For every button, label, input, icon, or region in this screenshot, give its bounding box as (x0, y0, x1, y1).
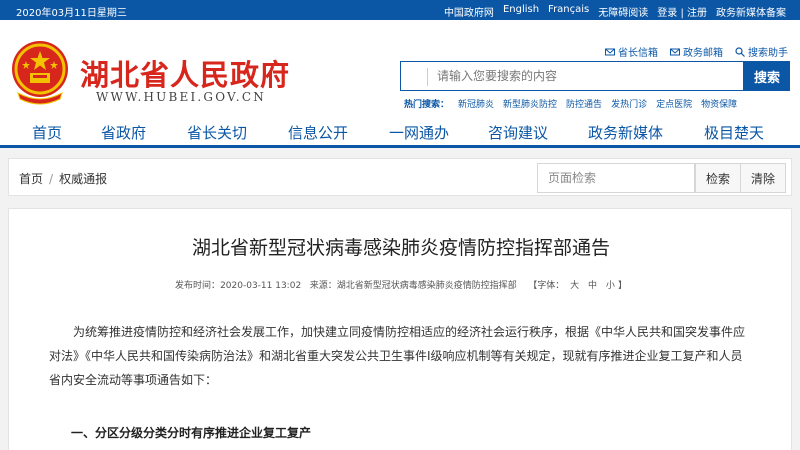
hot-keyword[interactable]: 新型肺炎防控 (503, 97, 557, 110)
nav-jimu-chutian[interactable]: 极目楚天 (704, 122, 764, 143)
link-china-gov[interactable]: 中国政府网 (444, 4, 494, 19)
link-login[interactable]: 登录 | 注册 (657, 4, 707, 19)
link-francais[interactable]: Français (548, 4, 589, 19)
top-bar: 2020年03月11日星期三 中国政府网 English Français 无障… (0, 0, 800, 20)
nav-home[interactable]: 首页 (32, 122, 62, 143)
site-search-box (400, 61, 744, 91)
search-assistant-link[interactable]: 搜索助手 (735, 44, 788, 59)
link-english[interactable]: English (503, 4, 539, 19)
nav-info-disclosure[interactable]: 信息公开 (288, 122, 348, 143)
site-url: WWW.HUBEI.GOV.CN (96, 90, 266, 104)
hot-keyword[interactable]: 新冠肺炎 (458, 97, 494, 110)
link-media-record[interactable]: 政务新媒体备案 (716, 4, 786, 19)
font-size-small[interactable]: 小 (606, 281, 615, 291)
section-heading: 一、分区分级分类分时有序推进企业复工复产 (71, 426, 312, 440)
top-links: 中国政府网 English Français 无障碍阅读 登录 | 注册 政务新… (444, 4, 786, 19)
font-size-medium[interactable]: 中 (588, 281, 597, 291)
nav-provincial-gov[interactable]: 省政府 (101, 122, 146, 143)
publish-time: 2020-03-11 13:02 (220, 281, 302, 291)
font-size-large[interactable]: 大 (570, 281, 579, 291)
site-header: 湖北省人民政府 WWW.HUBEI.GOV.CN 省长信箱 政务邮箱 搜索助手 … (0, 20, 800, 116)
hot-keyword[interactable]: 防控通告 (566, 97, 602, 110)
article-paragraph: 为统筹推进疫情防控和经济社会发展工作，加快建立同疫情防控相适应的经济社会运行秩序… (49, 325, 746, 387)
site-search-button[interactable]: 搜索 (744, 61, 790, 91)
breadcrumb: 首页 / 权威通报 (19, 170, 107, 187)
breadcrumb-current[interactable]: 权威通报 (59, 172, 107, 186)
site-search-input[interactable] (437, 65, 737, 87)
breadcrumb-bar: 首页 / 权威通报 检索 清除 (8, 158, 792, 196)
article-title: 湖北省新型冠状病毒感染肺炎疫情防控指挥部通告 (191, 237, 610, 259)
page-search-button[interactable]: 检索 (695, 163, 741, 193)
hot-searches: 热门搜索： 新冠肺炎 新型肺炎防控 防控通告 发热门诊 定点医院 物资保障 (404, 97, 737, 110)
utility-links: 省长信箱 政务邮箱 搜索助手 (605, 44, 788, 59)
nav-governor-concerns[interactable]: 省长关切 (187, 122, 247, 143)
breadcrumb-home[interactable]: 首页 (19, 172, 43, 186)
article-panel: 湖北省新型冠状病毒感染肺炎疫情防控指挥部通告 发布时间：2020-03-11 1… (8, 208, 792, 450)
mail-icon (670, 48, 680, 55)
hot-keyword[interactable]: 发热门诊 (611, 97, 647, 110)
envelope-icon (605, 48, 615, 55)
main-nav: 首页 省政府 省长关切 信息公开 一网通办 咨询建议 政务新媒体 极目楚天 (0, 116, 800, 148)
gov-email-link[interactable]: 政务邮箱 (670, 44, 723, 59)
article-source: 湖北省新型冠状病毒感染肺炎疫情防控指挥部 (336, 281, 517, 291)
governor-mailbox-link[interactable]: 省长信箱 (605, 44, 658, 59)
nav-consultation[interactable]: 咨询建议 (488, 122, 548, 143)
current-date: 2020年03月11日星期三 (16, 8, 127, 19)
hot-keyword[interactable]: 定点医院 (656, 97, 692, 110)
breadcrumb-separator: / (49, 172, 54, 186)
nav-one-stop-service[interactable]: 一网通办 (389, 122, 449, 143)
page-search-input[interactable] (537, 163, 695, 193)
site-title: 湖北省人民政府 (80, 58, 291, 92)
link-accessibility[interactable]: 无障碍阅读 (598, 4, 648, 19)
search-icon (735, 46, 745, 57)
national-emblem-icon (12, 41, 68, 105)
hot-search-label: 热门搜索： (404, 100, 450, 110)
nav-new-media[interactable]: 政务新媒体 (588, 122, 663, 143)
article-meta: 发布时间：2020-03-11 13:02 来源：湖北省新型冠状病毒感染肺炎疫情… (175, 281, 627, 291)
search-icon (427, 68, 428, 86)
hot-keyword[interactable]: 物资保障 (701, 97, 737, 110)
clear-button[interactable]: 清除 (740, 163, 786, 193)
link-register[interactable]: 注册 (687, 8, 707, 19)
